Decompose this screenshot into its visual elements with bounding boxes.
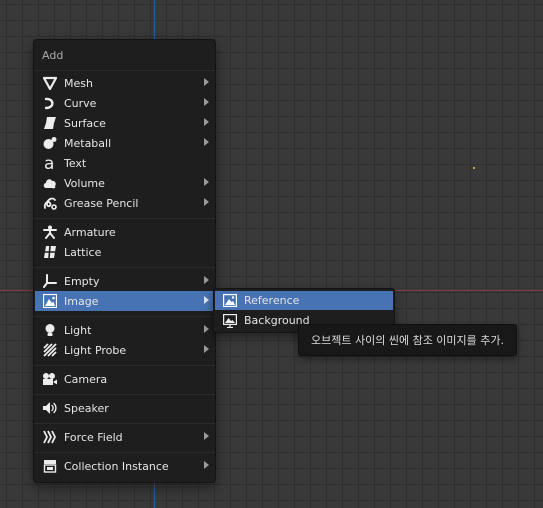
menu-separator bbox=[34, 267, 215, 268]
menu-item-mesh[interactable]: Mesh bbox=[35, 73, 214, 93]
menu-separator bbox=[34, 394, 215, 395]
image-reference-icon bbox=[222, 293, 238, 309]
menu-item-label: Empty bbox=[64, 274, 100, 288]
menu-item-light-probe[interactable]: Light Probe bbox=[35, 340, 214, 360]
submenu-arrow-icon bbox=[204, 296, 209, 304]
text-icon: a bbox=[41, 154, 59, 172]
submenu-arrow-icon bbox=[204, 178, 209, 186]
menu-item-label: Light Probe bbox=[64, 343, 127, 357]
mesh-icon bbox=[41, 74, 59, 92]
speaker-icon bbox=[41, 399, 59, 417]
menu-item-label: Curve bbox=[64, 96, 97, 110]
submenu-arrow-icon bbox=[204, 345, 209, 353]
menu-title: Add bbox=[42, 49, 64, 62]
armature-icon bbox=[41, 223, 59, 241]
image-background-icon bbox=[222, 313, 238, 329]
submenu-arrow-icon bbox=[204, 432, 209, 440]
menu-item-surface[interactable]: Surface bbox=[35, 113, 214, 133]
image-icon bbox=[41, 292, 59, 310]
menu-item-label: Grease Pencil bbox=[64, 196, 139, 210]
menu-item-label: Mesh bbox=[64, 76, 93, 90]
menu-item-metaball[interactable]: Metaball bbox=[35, 133, 214, 153]
surface-icon bbox=[41, 114, 59, 132]
submenu-arrow-icon bbox=[204, 98, 209, 106]
menu-item-label: Light bbox=[64, 323, 92, 337]
submenu-arrow-icon bbox=[204, 325, 209, 333]
submenu-arrow-icon bbox=[204, 118, 209, 126]
grease-pencil-icon bbox=[41, 194, 59, 212]
menu-separator bbox=[34, 218, 215, 219]
menu-item-label: Text bbox=[64, 156, 87, 170]
menu-item-image[interactable]: Image bbox=[35, 291, 214, 311]
menu-separator bbox=[34, 423, 215, 424]
force-field-icon bbox=[41, 428, 59, 446]
menu-item-light[interactable]: Light bbox=[35, 320, 214, 340]
menu-item-speaker[interactable]: Speaker bbox=[35, 398, 214, 418]
add-menu: Add Mesh Curve Surface Metaball a Text V… bbox=[33, 39, 216, 483]
submenu-arrow-icon bbox=[204, 138, 209, 146]
menu-item-force-field[interactable]: Force Field bbox=[35, 427, 214, 447]
menu-item-armature[interactable]: Armature bbox=[35, 222, 214, 242]
menu-separator bbox=[34, 70, 215, 71]
menu-item-label: Volume bbox=[64, 176, 105, 190]
menu-item-label: Armature bbox=[64, 225, 116, 239]
menu-item-grease-pencil[interactable]: Grease Pencil bbox=[35, 193, 214, 213]
menu-item-label: Image bbox=[64, 294, 99, 308]
menu-item-label: Speaker bbox=[64, 401, 109, 415]
menu-item-collection-instance[interactable]: Collection Instance bbox=[35, 456, 214, 476]
lattice-icon bbox=[41, 243, 59, 261]
volume-icon bbox=[41, 174, 59, 192]
menu-item-label: Force Field bbox=[64, 430, 123, 444]
submenu-arrow-icon bbox=[204, 461, 209, 469]
empty-icon bbox=[41, 272, 59, 290]
submenu-item-label: Reference bbox=[244, 294, 300, 307]
submenu-item-reference[interactable]: Reference bbox=[215, 291, 393, 310]
menu-item-label: Collection Instance bbox=[64, 459, 169, 473]
submenu-arrow-icon bbox=[204, 276, 209, 284]
menu-separator bbox=[34, 316, 215, 317]
menu-item-empty[interactable]: Empty bbox=[35, 271, 214, 291]
light-probe-icon bbox=[41, 341, 59, 359]
3d-cursor-dot bbox=[473, 167, 475, 169]
tooltip-text: 오브젝트 사이의 씬에 참조 이미지를 추가. bbox=[311, 334, 505, 347]
menu-item-label: Surface bbox=[64, 116, 106, 130]
tooltip: 오브젝트 사이의 씬에 참조 이미지를 추가. bbox=[298, 324, 518, 356]
collection-instance-icon bbox=[41, 457, 59, 475]
curve-icon bbox=[41, 94, 59, 112]
menu-item-lattice[interactable]: Lattice bbox=[35, 242, 214, 262]
menu-item-curve[interactable]: Curve bbox=[35, 93, 214, 113]
menu-separator bbox=[34, 365, 215, 366]
svg-text:a: a bbox=[44, 155, 54, 171]
menu-separator bbox=[34, 452, 215, 453]
menu-item-label: Lattice bbox=[64, 245, 102, 259]
menu-item-camera[interactable]: Camera bbox=[35, 369, 214, 389]
submenu-arrow-icon bbox=[204, 78, 209, 86]
menu-item-label: Metaball bbox=[64, 136, 112, 150]
camera-icon bbox=[41, 370, 59, 388]
metaball-icon bbox=[41, 134, 59, 152]
light-icon bbox=[41, 321, 59, 339]
submenu-arrow-icon bbox=[204, 198, 209, 206]
menu-item-text[interactable]: a Text bbox=[35, 153, 214, 173]
menu-item-label: Camera bbox=[64, 372, 108, 386]
menu-item-volume[interactable]: Volume bbox=[35, 173, 214, 193]
